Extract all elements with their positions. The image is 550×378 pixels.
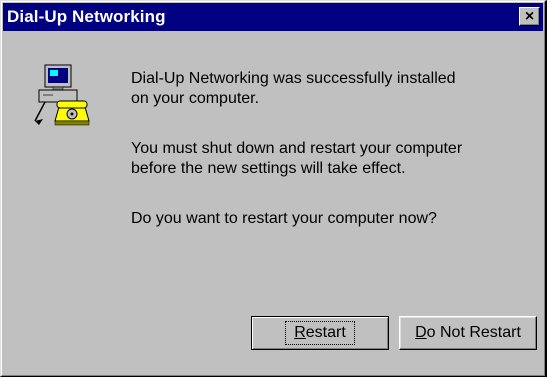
do-not-restart-button-label: Do Not Restart bbox=[415, 324, 521, 341]
dialog-window: Dial-Up Networking × Dial-Up Networking … bbox=[0, 0, 547, 377]
message-installed: Dial-Up Networking was successfully inst… bbox=[131, 70, 456, 107]
dialup-computer-phone-icon bbox=[31, 63, 95, 133]
do-not-restart-button[interactable]: Do Not Restart bbox=[399, 316, 537, 350]
window-title: Dial-Up Networking bbox=[7, 7, 166, 26]
close-icon: × bbox=[524, 7, 535, 25]
message-restart-required: You must shut down and restart your comp… bbox=[131, 140, 463, 177]
close-button[interactable]: × bbox=[519, 7, 540, 26]
message-restart-question: Do you want to restart your computer now… bbox=[131, 210, 437, 227]
title-bar[interactable]: Dial-Up Networking × bbox=[3, 3, 543, 31]
restart-button-label: Restart bbox=[285, 321, 355, 345]
restart-button[interactable]: Restart bbox=[251, 316, 389, 350]
